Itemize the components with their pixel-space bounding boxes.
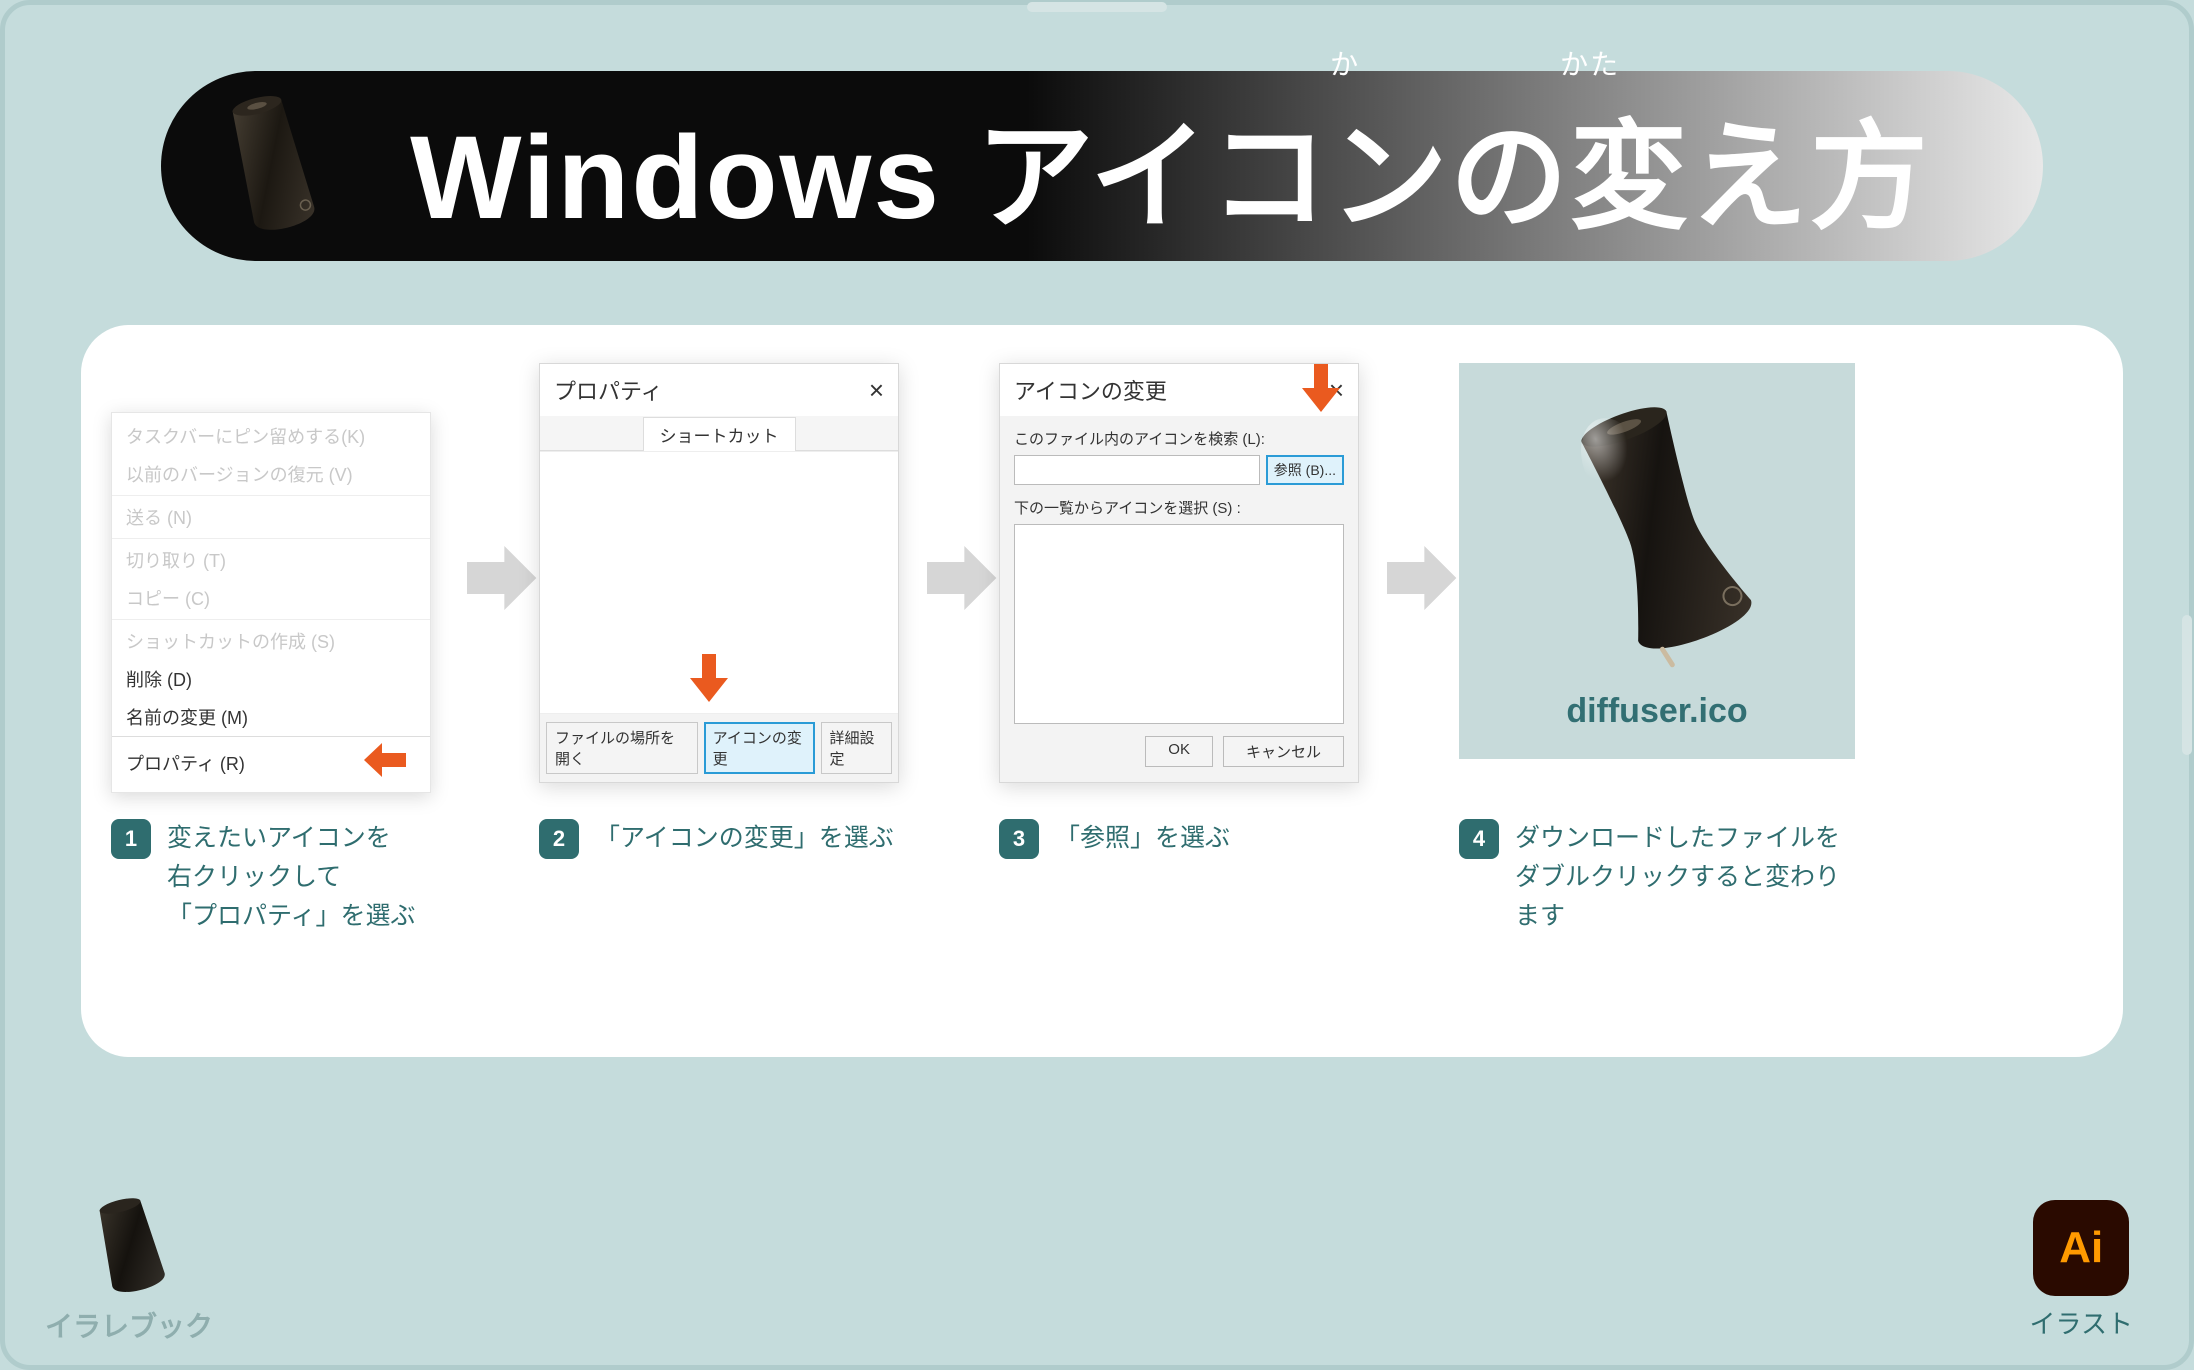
step-3: アイコンの変更 × このファイル内のアイコンを検索 (L): 参照 (B)...…	[999, 363, 1379, 859]
footer-category-label: イラスト	[2030, 1304, 2133, 1341]
title-bar: か かた Windows アイコンの変え方	[161, 71, 2043, 261]
tab-shortcut[interactable]: ショートカット	[643, 417, 796, 451]
flow-arrow-icon	[459, 363, 539, 793]
step-text: ダウンロードしたファイルを ダブルクリックすると変わります	[1515, 819, 1859, 935]
flow-arrow-icon	[919, 363, 999, 793]
ruby-annotation: か	[1330, 43, 1360, 83]
close-icon[interactable]: ×	[869, 375, 884, 406]
ctx-item: 以前のバージョンの復元 (V)	[112, 455, 430, 493]
search-hint-label: このファイル内のアイコンを検索 (L):	[1014, 428, 1344, 449]
diffuser-icon	[1522, 392, 1792, 672]
open-location-button[interactable]: ファイルの場所を開く	[546, 722, 698, 774]
filename-label: diffuser.ico	[1566, 692, 1747, 731]
ctx-item: 切り取り (T)	[112, 541, 430, 579]
change-icon-dialog: アイコンの変更 × このファイル内のアイコンを検索 (L): 参照 (B)...…	[999, 363, 1359, 783]
ok-button[interactable]: OK	[1145, 736, 1213, 767]
dialog-title: アイコンの変更	[1014, 374, 1167, 406]
context-menu: タスクバーにピン留めする(K) 以前のバージョンの復元 (V) 送る (N) 切…	[111, 412, 431, 793]
ctx-item: 削除 (D)	[112, 660, 430, 698]
step-1: タスクバーにピン留めする(K) 以前のバージョンの復元 (V) 送る (N) 切…	[111, 363, 459, 935]
pointer-arrow-icon	[1302, 364, 1340, 417]
step-4: diffuser.ico 4 ダウンロードしたファイルを ダブルクリックすると変…	[1459, 363, 1859, 935]
dialog-button-row: ファイルの場所を開く アイコンの変更 詳細設定	[540, 714, 898, 782]
advanced-button[interactable]: 詳細設定	[821, 722, 892, 774]
step-caption: 1 変えたいアイコンを 右クリックして 「プロパティ」を選ぶ	[111, 819, 416, 935]
dialog-title: プロパティ	[554, 374, 663, 406]
icon-path-input[interactable]	[1014, 455, 1260, 485]
ruby-annotation: かた	[1560, 43, 1620, 83]
footer-diffuser-icon	[69, 1191, 189, 1301]
footer-left: イラレブック	[45, 1191, 213, 1345]
ctx-item: タスクバーにピン留めする(K)	[112, 417, 430, 455]
illustrator-badge-icon: Ai	[2033, 1200, 2129, 1296]
instruction-card: タスクバーにピン留めする(K) 以前のバージョンの復元 (V) 送る (N) 切…	[81, 325, 2123, 1057]
step-number-badge: 1	[111, 819, 151, 859]
ctx-item-label: プロパティ (R)	[126, 750, 245, 776]
cancel-button[interactable]: キャンセル	[1223, 736, 1344, 767]
select-hint-label: 下の一覧からアイコンを選択 (S) :	[1014, 497, 1344, 518]
edge-handle-top	[1027, 2, 1167, 12]
step-number-badge: 3	[999, 819, 1039, 859]
footer-brand-label: イラレブック	[45, 1305, 213, 1345]
ctx-item: コピー (C)	[112, 579, 430, 617]
step-text: 変えたいアイコンを 右クリックして 「プロパティ」を選ぶ	[167, 819, 416, 935]
step-caption: 2 「アイコンの変更」を選ぶ	[539, 819, 894, 859]
tab-strip: ショートカット	[540, 416, 898, 451]
step-caption: 3 「参照」を選ぶ	[999, 819, 1230, 859]
ctx-item: 名前の変更 (M)	[112, 698, 430, 736]
icon-file-preview[interactable]: diffuser.ico	[1459, 363, 1855, 759]
step-text: 「アイコンの変更」を選ぶ	[595, 819, 894, 858]
step-number-badge: 2	[539, 819, 579, 859]
step-number-badge: 4	[1459, 819, 1499, 859]
ctx-item: ショットカットの作成 (S)	[112, 622, 430, 660]
pointer-arrow-icon	[364, 743, 406, 782]
flow-arrow-icon	[1379, 363, 1459, 793]
ctx-item-properties[interactable]: プロパティ (R)	[112, 736, 430, 788]
title-text: Windows アイコンの変え方	[410, 112, 1930, 244]
footer-right: Ai イラスト	[2030, 1200, 2133, 1341]
icon-list[interactable]	[1014, 524, 1344, 724]
edge-handle-right	[2182, 615, 2192, 755]
browse-button[interactable]: 参照 (B)...	[1266, 455, 1344, 485]
title-icon-diffuser	[197, 81, 347, 251]
ctx-item: 送る (N)	[112, 498, 430, 536]
step-2: プロパティ × ショートカット ファイルの場所を開く アイコンの変更 詳細設定	[539, 363, 919, 859]
properties-dialog: プロパティ × ショートカット ファイルの場所を開く アイコンの変更 詳細設定	[539, 363, 899, 783]
change-icon-button[interactable]: アイコンの変更	[704, 722, 815, 774]
step-caption: 4 ダウンロードしたファイルを ダブルクリックすると変わります	[1459, 819, 1859, 935]
step-text: 「参照」を選ぶ	[1055, 819, 1230, 858]
page-title: か かた Windows アイコンの変え方	[347, 81, 1993, 252]
pointer-arrow-icon	[690, 654, 728, 707]
